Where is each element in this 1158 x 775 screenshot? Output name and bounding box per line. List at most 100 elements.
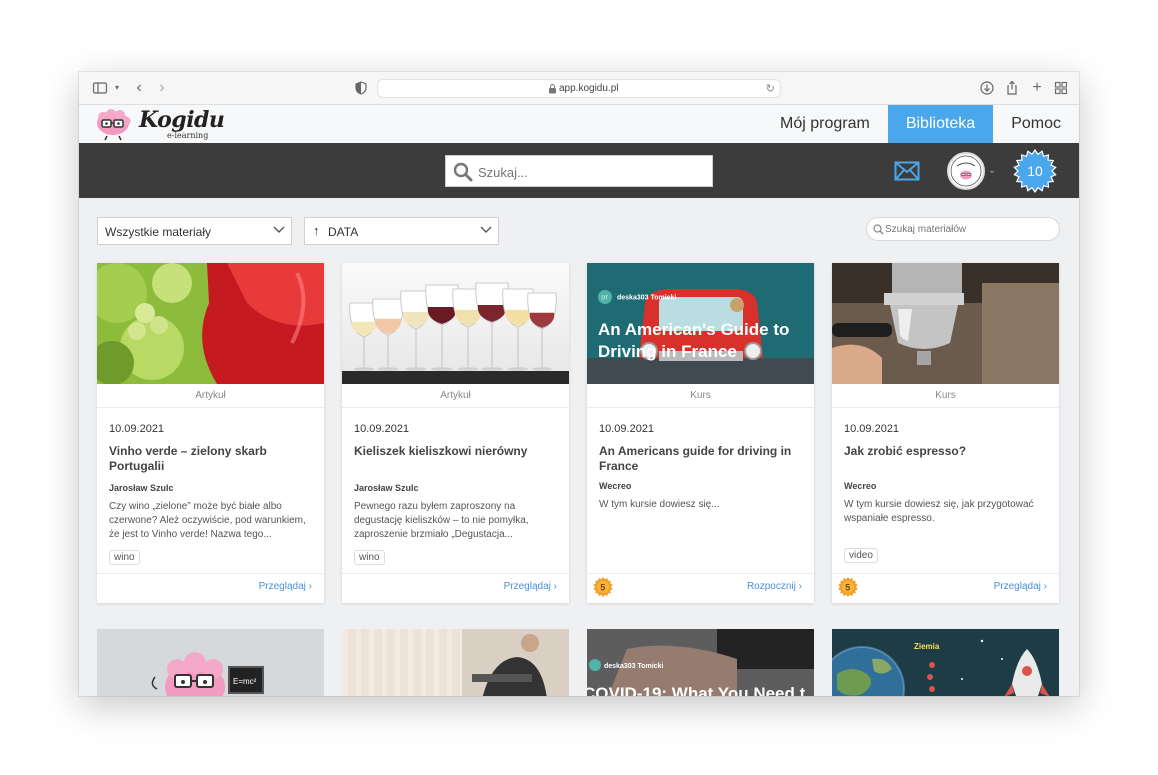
chevron-right-icon: › [553,581,557,592]
chalkboard-formula: E=mc² [233,677,257,686]
card-action-link[interactable]: Przeglądaj › [994,581,1047,592]
material-card[interactable]: Artykuł 10.09.2021 Kieliszek kieliszkowi… [342,263,569,603]
material-card[interactable]: Kurs 10.09.2021 Jak zrobić espresso? Wec… [832,263,1059,603]
card-description: Czy wino „zielone” może być białe albo c… [109,501,306,540]
material-card[interactable]: DT deska303 Tomicki An American's Guide … [587,263,814,603]
type-filter-select[interactable]: Wszystkie materiały [97,217,292,245]
card-title[interactable]: Jak zrobić espresso? [844,444,1049,459]
card-thumbnail [832,263,1059,384]
card-action-link[interactable]: Przeglądaj › [504,581,557,592]
card-action-link[interactable]: Przeglądaj › [259,581,312,592]
user-avatar[interactable] [947,152,985,190]
points-count: 10 [1027,163,1043,179]
kogidu-logo[interactable]: Kogidu e-learning [95,107,225,143]
person-at-window-image [342,629,569,696]
nav-library[interactable]: Biblioteka [887,105,994,143]
card-author: Wecreo [599,481,632,491]
mail-icon[interactable] [894,161,920,181]
app-header: Kogidu e-learning Mój program Biblioteka… [79,105,1079,143]
nav-my-program[interactable]: Mój program [762,105,888,143]
card-action-label: Przeglądaj [258,581,306,592]
avatar-image-icon [950,155,982,187]
logo-subtitle: e-learning [167,131,209,140]
card-description: W tym kursie dowiesz się... [599,499,720,510]
card-thumbnail [97,263,324,384]
new-tab-icon[interactable]: + [1029,80,1045,96]
card-action-label: Przeglądaj [993,581,1041,592]
url-text: app.kogidu.pl [559,83,619,94]
tab-overview-icon[interactable] [1053,80,1069,96]
card-tag[interactable]: video [844,548,878,563]
logo-text: Kogidu [139,107,225,133]
card-thumbnail: E=mc² [97,629,324,696]
reload-icon[interactable]: ↻ [766,82,775,95]
back-icon[interactable]: ‹ [131,80,147,96]
search-icon [453,162,473,182]
card-action-label: Przeglądaj [503,581,551,592]
card-action-link[interactable]: Rozpocznij › [747,581,802,592]
global-search [445,155,713,187]
chevron-down-icon [273,226,285,233]
materials-search [866,217,1060,241]
sort-select[interactable]: ↑ DATA [304,217,499,245]
thumb-title-line1: An American's Guide to [598,320,789,339]
share-icon[interactable] [1004,80,1020,96]
forward-icon[interactable]: › [154,80,170,96]
card-thumbnail [342,629,569,696]
card-tag[interactable]: wino [109,550,140,565]
thumb-author: deska303 Tomicki [604,663,663,670]
material-card[interactable]: Ziemia [832,629,1059,696]
points-value: 5 [600,582,605,592]
material-card[interactable]: E=mc² [97,629,324,696]
search-bar-strip: ⌄ 10 [79,143,1079,198]
card-divider [97,573,324,574]
card-title[interactable]: Kieliszek kieliszkowi nierówny [354,444,559,459]
chevron-right-icon: › [1043,581,1047,592]
card-thumbnail: DT deska303 Tomicki An American's Guide … [587,263,814,384]
card-divider [587,573,814,574]
url-bar[interactable]: app.kogidu.pl ↻ [377,79,781,98]
material-card[interactable]: Artykuł 10.09.2021 Vinho verde – zielony… [97,263,324,603]
card-author: Wecreo [844,481,877,491]
download-icon[interactable] [979,80,995,96]
espresso-machine-image [832,263,1059,384]
thumb-title-line2: Driving in France [598,342,737,361]
thumb-initials: DT [602,296,609,302]
browser-window: ▾ ‹ › app.kogidu.pl ↻ + Kogidu e-learnin… [79,72,1079,696]
search-icon [873,224,884,235]
points-badge[interactable]: 10 [1013,148,1057,194]
global-search-input[interactable] [478,162,703,182]
card-tag[interactable]: wino [354,550,385,565]
card-date: 10.09.2021 [844,423,900,435]
lock-icon [549,84,556,94]
shield-icon[interactable] [353,80,369,96]
chevron-down-icon[interactable]: ▾ [109,80,125,96]
card-thumbnail [342,263,569,384]
red-wine-glass-image [97,263,324,384]
card-author: Jarosław Szulc [109,483,174,493]
browser-toolbar: ▾ ‹ › app.kogidu.pl ↻ + [79,72,1079,105]
nav-help[interactable]: Pomoc [993,105,1079,143]
thumb-label: Ziemia [914,642,940,651]
card-type: Kurs [587,384,814,408]
material-card[interactable]: deska303 Tomicki COVID-19: What You Need… [587,629,814,696]
card-thumbnail: Ziemia [832,629,1059,696]
card-thumbnail: deska303 Tomicki COVID-19: What You Need… [587,629,814,696]
card-title[interactable]: Vinho verde – zielony skarb Portugalii [109,444,314,474]
materials-search-input[interactable] [885,222,1050,236]
material-card[interactable] [342,629,569,696]
sidebar-toggle-icon[interactable] [92,80,108,96]
chevron-down-icon[interactable]: ⌄ [988,165,996,176]
card-type: Artykuł [97,384,324,408]
thumb-title: COVID-19: What You Need t [587,684,806,696]
card-title[interactable]: An Americans guide for driving in France [599,444,804,474]
chevron-down-icon [480,226,492,233]
sort-value: DATA [328,225,359,239]
points-coin-icon: 5 [593,577,613,597]
main-nav: Mój program Biblioteka Pomoc [762,105,1079,143]
card-divider [342,573,569,574]
points-coin-icon: 5 [838,577,858,597]
card-type: Artykuł [342,384,569,408]
card-author: Jarosław Szulc [354,483,419,493]
card-date: 10.09.2021 [599,423,655,435]
